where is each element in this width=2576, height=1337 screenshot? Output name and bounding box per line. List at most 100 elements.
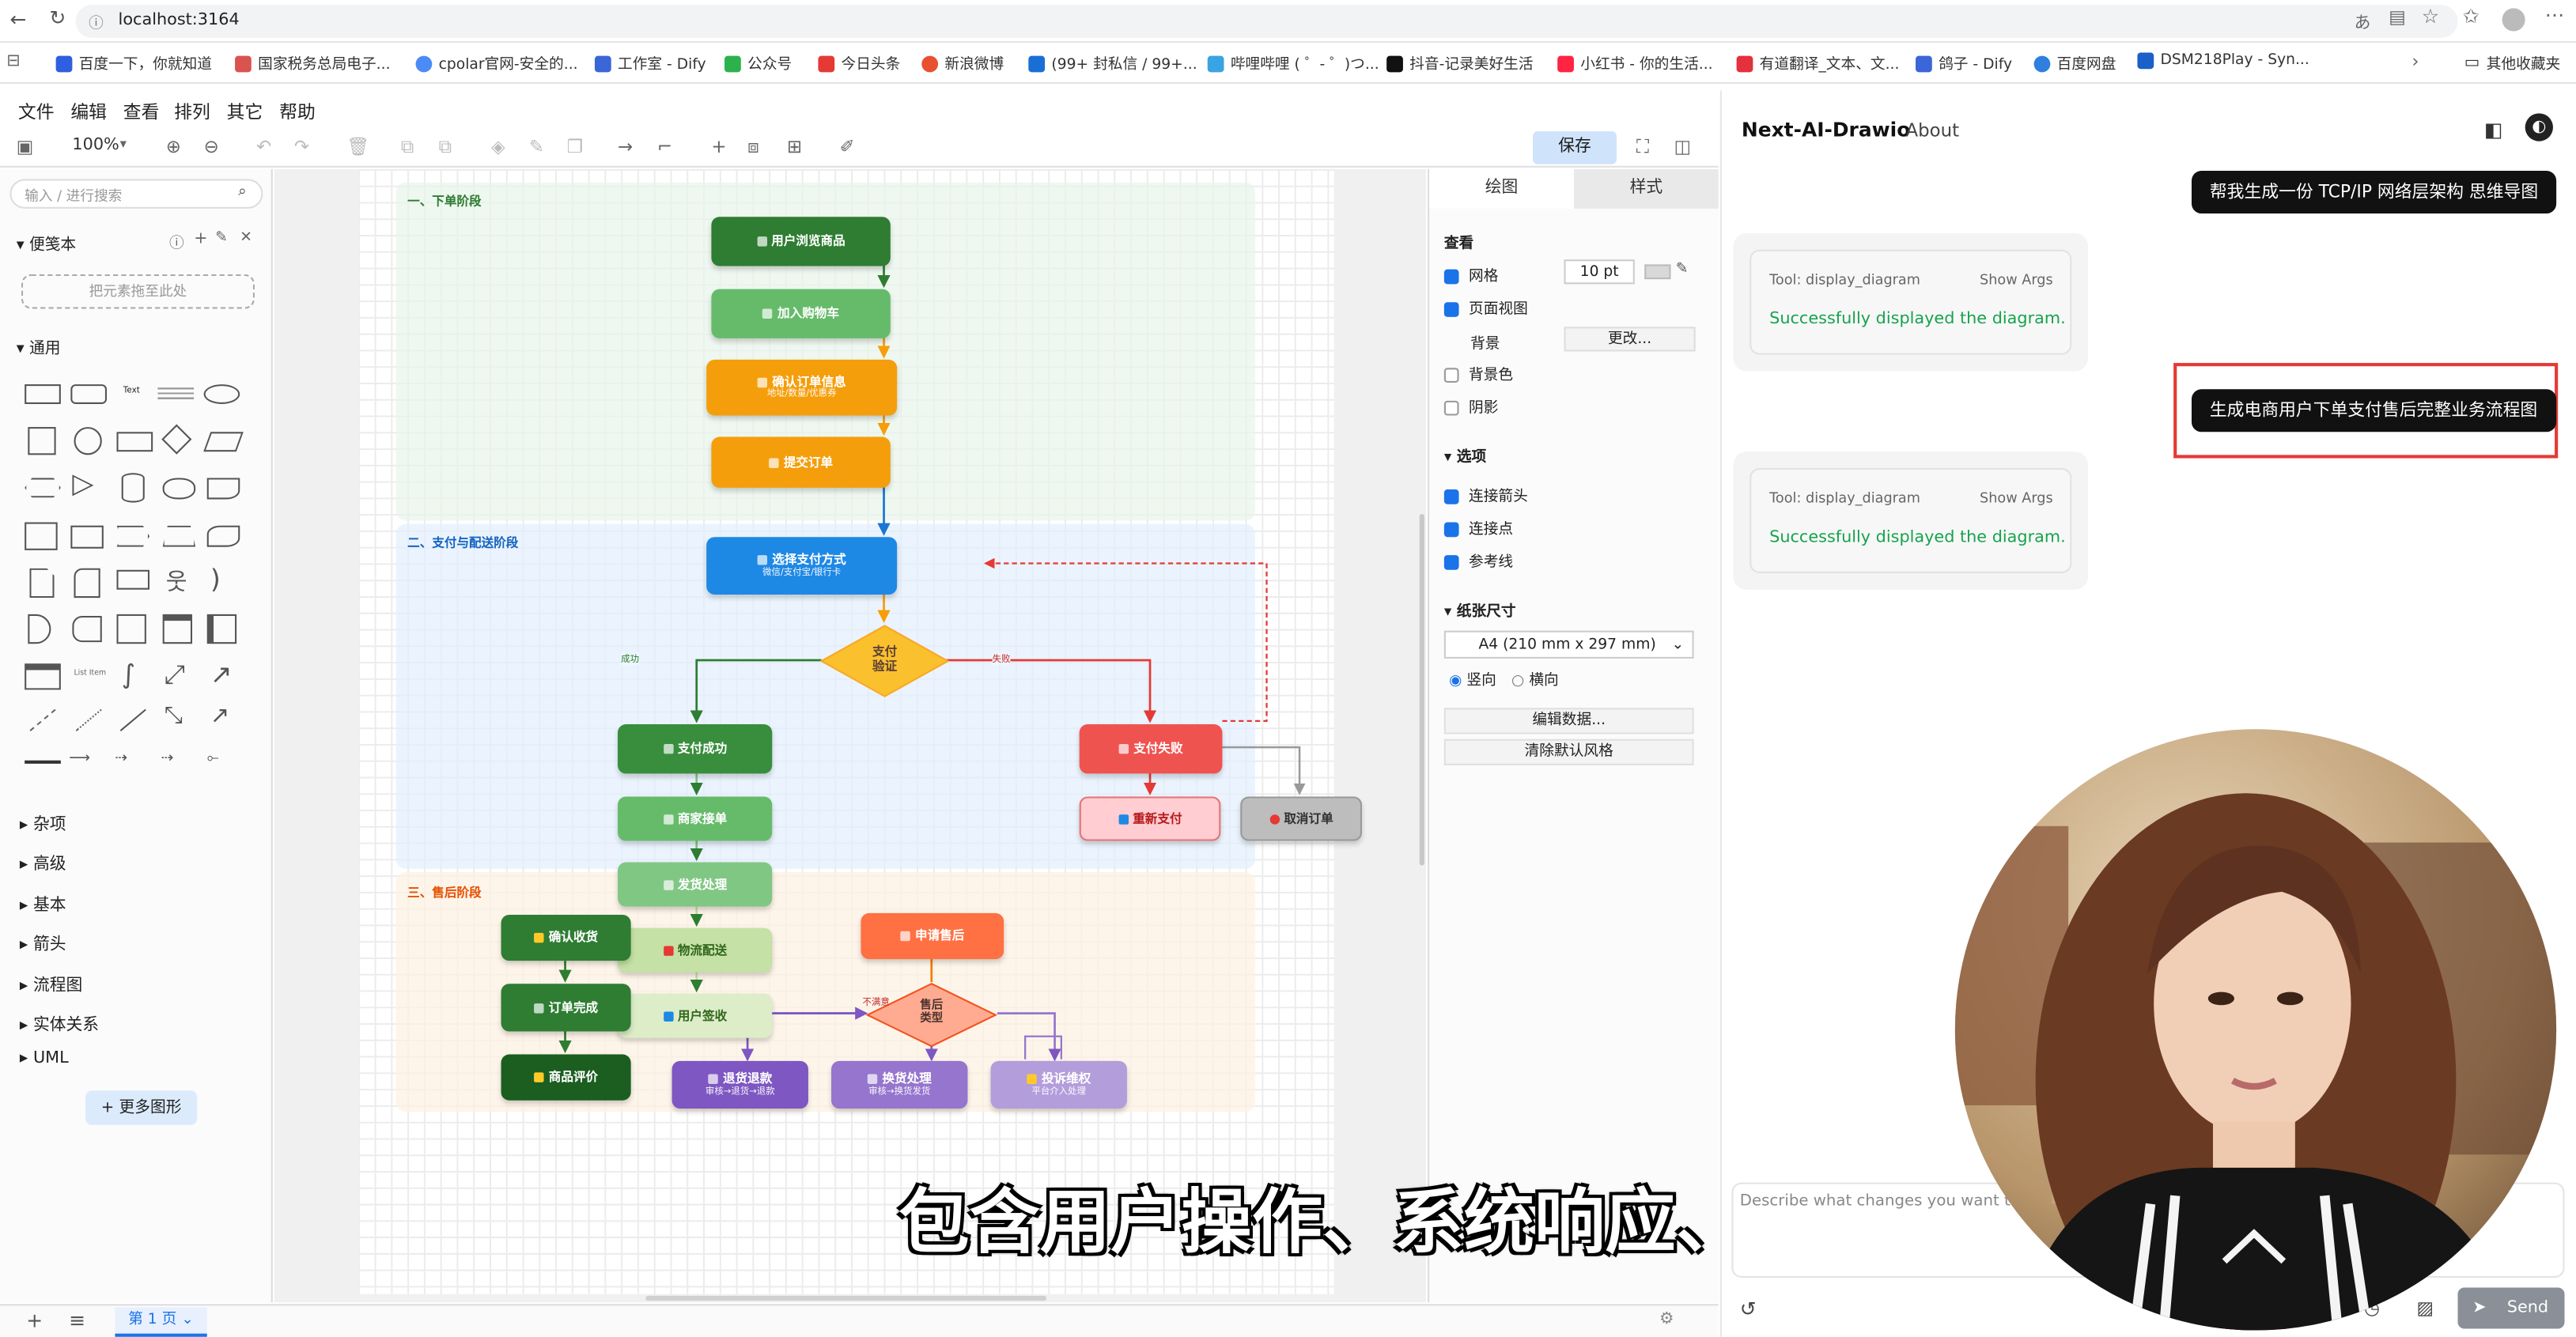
- paper-size-header[interactable]: ▾ 纸张尺寸: [1444, 599, 1516, 621]
- other-bookmarks[interactable]: ▭ 其他收藏夹: [2464, 52, 2560, 74]
- shape-rectangle[interactable]: [25, 384, 61, 404]
- node-cancel-order[interactable]: 取消订单: [1240, 796, 1362, 841]
- section-flowchart[interactable]: ▸ 流程图: [20, 971, 82, 995]
- zoom-select[interactable]: 100%: [72, 136, 119, 154]
- scratchpad-header[interactable]: ▾ 便笺本: [17, 232, 76, 255]
- bookmark-7[interactable]: (99+ 封私信 / 99+...: [1028, 52, 1197, 74]
- pages-menu-icon[interactable]: ≡: [69, 1309, 85, 1332]
- shape-list[interactable]: [25, 663, 61, 690]
- node-logistics[interactable]: 物流配送: [618, 927, 773, 973]
- shapes-icon[interactable]: ⧈: [747, 136, 759, 159]
- favorites-icon[interactable]: ✩: [2463, 5, 2480, 28]
- add-page-icon[interactable]: +: [26, 1309, 43, 1332]
- star-icon[interactable]: ☆: [2422, 5, 2439, 28]
- format-panel-icon[interactable]: ▣: [17, 136, 34, 157]
- clear-default-style-button[interactable]: 清除默认风格: [1443, 738, 1694, 765]
- shape-delay[interactable]: [28, 614, 51, 644]
- undo-icon[interactable]: ↶: [256, 136, 271, 157]
- general-header[interactable]: ▾ 通用: [17, 335, 61, 358]
- node-user-sign[interactable]: 用户签收: [618, 993, 773, 1038]
- shape-data-storage[interactable]: [72, 615, 102, 643]
- shape-list-item[interactable]: List Item: [74, 670, 106, 678]
- shape-line[interactable]: [119, 708, 146, 731]
- tab-style[interactable]: 样式: [1573, 168, 1719, 209]
- shape-text[interactable]: Text: [123, 386, 140, 395]
- fill-color-icon[interactable]: ◈: [491, 136, 505, 157]
- tab-diagram[interactable]: 绘图: [1429, 168, 1574, 209]
- shape-parallelogram[interactable]: [203, 432, 244, 452]
- insert-icon[interactable]: +: [711, 136, 726, 157]
- add-icon[interactable]: +: [194, 230, 207, 248]
- node-order-complete[interactable]: 订单完成: [501, 984, 631, 1032]
- node-confirm-receipt[interactable]: 确认收货: [501, 915, 631, 961]
- node-complaint[interactable]: 投诉维权 平台介入处理: [990, 1060, 1127, 1109]
- shape-link[interactable]: [25, 760, 61, 764]
- connection-arrows-checkbox[interactable]: 连接箭头: [1443, 485, 1528, 506]
- grid-color-swatch[interactable]: [1644, 264, 1671, 280]
- shape-container[interactable]: [116, 614, 146, 644]
- shape-actor[interactable]: 웃: [166, 565, 187, 599]
- more-shapes-button[interactable]: + 更多图形: [85, 1090, 198, 1125]
- bookmark-4[interactable]: 公众号: [724, 52, 792, 74]
- section-basic[interactable]: ▸ 基本: [20, 890, 66, 915]
- shape-square[interactable]: [28, 427, 56, 455]
- shape-cloud[interactable]: [162, 478, 196, 500]
- bookmark-11[interactable]: 有道翻译_文本、文...: [1736, 52, 1899, 74]
- bookmark-12[interactable]: 鸽子 - Dify: [1916, 52, 2012, 74]
- bookmark-6[interactable]: 新浪微博: [921, 52, 1004, 74]
- node-select-payment[interactable]: 选择支付方式 微信/支付宝/银行卡: [706, 537, 898, 595]
- more-icon[interactable]: ⋯: [2545, 3, 2565, 26]
- github-icon[interactable]: ◐: [2525, 113, 2553, 142]
- node-browse-products[interactable]: 用户浏览商品: [711, 217, 891, 266]
- show-args-button[interactable]: Show Args: [1980, 273, 2053, 289]
- shape-arrow[interactable]: ↗: [210, 659, 233, 689]
- landscape-radio[interactable]: ○ 横向: [1511, 668, 1559, 690]
- debug-icon[interactable]: ⚙: [1659, 1311, 1674, 1329]
- redo-icon[interactable]: ↷: [294, 136, 309, 157]
- menu-help[interactable]: 帮助: [279, 99, 316, 125]
- shape-internal-storage[interactable]: [25, 522, 58, 550]
- portrait-radio[interactable]: ◉ 竖向: [1449, 668, 1496, 690]
- shape-process[interactable]: [116, 432, 153, 452]
- bookmark-9[interactable]: 抖音-记录美好生活: [1386, 52, 1534, 74]
- shape-triangle[interactable]: ▷: [72, 468, 93, 501]
- shape-hexagon[interactable]: [25, 478, 61, 498]
- menu-arrange[interactable]: 排列: [174, 99, 210, 125]
- node-apply-aftersale[interactable]: 申请售后: [861, 912, 1004, 960]
- node-repay[interactable]: 重新支付: [1079, 796, 1221, 841]
- shadow-checkbox[interactable]: 阴影: [1443, 396, 1498, 417]
- search-icon[interactable]: ⌕: [238, 184, 246, 201]
- panel-collapse-icon[interactable]: ◧: [2484, 119, 2503, 142]
- section-arrows[interactable]: ▸ 箭头: [20, 930, 66, 954]
- shape-bidirectional-connector[interactable]: ⤡: [165, 703, 183, 729]
- edit-icon[interactable]: ✎: [215, 230, 228, 247]
- bookmark-14[interactable]: DSM218Play - Syn...: [2137, 52, 2309, 70]
- shape-dashed-line[interactable]: [29, 708, 56, 731]
- fullscreen-icon[interactable]: ⛶: [1636, 136, 1649, 159]
- search-input[interactable]: 输入 / 进行搜索: [25, 186, 122, 206]
- node-return-refund[interactable]: 退货退款 审核→退货→退款: [671, 1060, 808, 1109]
- shape-rounded-rectangle[interactable]: [70, 384, 108, 404]
- chevron-right-icon[interactable]: ›: [2411, 51, 2419, 72]
- shape-curve[interactable]: ∫: [122, 659, 135, 689]
- edit-data-button[interactable]: 编辑数据...: [1443, 708, 1694, 735]
- reload-icon[interactable]: ↻: [49, 6, 66, 29]
- zoom-in-icon[interactable]: ⊕: [166, 136, 181, 157]
- shape-note[interactable]: [29, 568, 55, 599]
- shape-diamond[interactable]: [161, 424, 192, 455]
- node-add-to-cart[interactable]: 加入购物车: [711, 289, 891, 338]
- bookmark-3[interactable]: 工作室 - Dify: [594, 52, 706, 74]
- diagram-page[interactable]: 一、下单阶段 二、支付与配送阶段 三、售后阶段 用户浏览商品 加入购物车 确认订…: [357, 168, 1362, 1294]
- shape-link-dotted[interactable]: ⇢: [161, 750, 174, 767]
- show-args-button[interactable]: Show Args: [1980, 491, 2053, 508]
- bookmark-5[interactable]: 今日头条: [818, 52, 900, 74]
- help-icon[interactable]: ⓘ: [169, 232, 184, 253]
- freehand-icon[interactable]: ✐: [839, 136, 854, 157]
- line-color-icon[interactable]: ✎: [529, 136, 544, 157]
- shape-link-dashed[interactable]: ⇢: [115, 750, 127, 767]
- node-merchant-accept[interactable]: 商家接单: [618, 796, 773, 841]
- panel-toggle-icon[interactable]: ◫: [1674, 136, 1692, 157]
- shape-cylinder[interactable]: [121, 473, 145, 503]
- shape-ellipse[interactable]: [203, 384, 240, 404]
- shape-callout[interactable]: [116, 569, 150, 590]
